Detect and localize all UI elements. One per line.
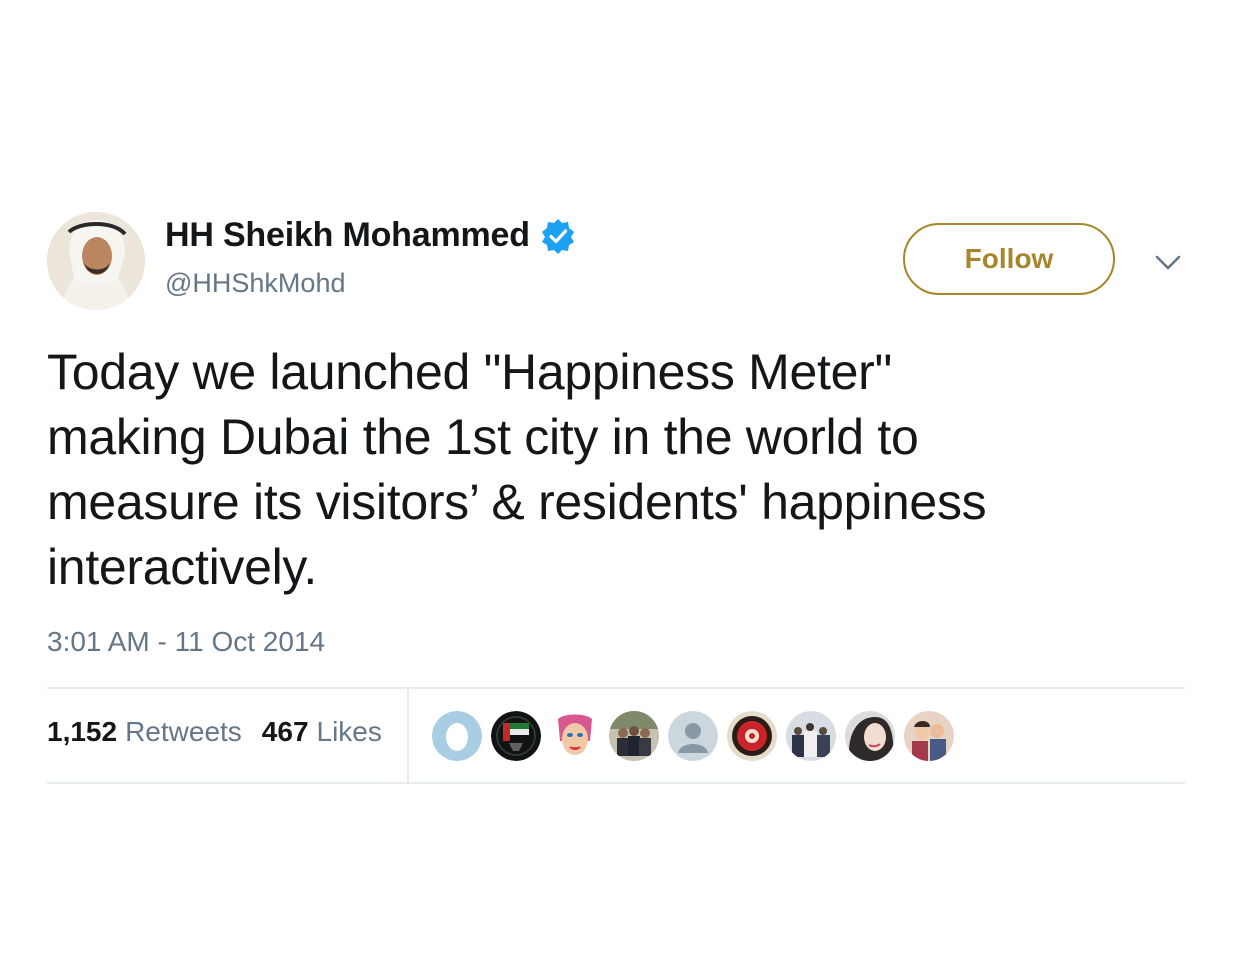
red-seal-avatar[interactable] [727, 711, 777, 761]
egg-avatar[interactable] [432, 711, 482, 761]
default-user-avatar[interactable] [668, 711, 718, 761]
emblem-avatar[interactable] [491, 711, 541, 761]
divider [47, 782, 1185, 784]
chevron-down-icon[interactable] [1153, 250, 1183, 274]
retweets-label: Retweets [125, 716, 242, 747]
display-name[interactable]: HH Sheikh Mohammed [165, 216, 530, 255]
retweets-count: 1,152 [47, 716, 118, 747]
tweet-timestamp[interactable]: 3:01 AM - 11 Oct 2014 [47, 626, 325, 658]
likes-label: Likes [316, 716, 382, 747]
likes-stat[interactable]: 467 Likes [262, 716, 382, 748]
pop-art-avatar[interactable] [550, 711, 600, 761]
tweet-text-line: measure its visitors’ & residents' happi… [47, 474, 987, 530]
portrait-avatar[interactable] [845, 711, 895, 761]
likes-count: 467 [261, 716, 309, 747]
divider [47, 687, 1185, 689]
tweet-stats: 1,152 Retweets 467 Likes [47, 716, 402, 748]
crowd-photo-avatar[interactable] [786, 711, 836, 761]
family-photo-avatar[interactable] [904, 711, 954, 761]
tweet-text-line: interactively. [47, 539, 317, 595]
verified-badge-icon [540, 218, 576, 254]
group-photo-avatar[interactable] [609, 711, 659, 761]
user-handle[interactable]: @HHShkMohd [165, 268, 345, 299]
tweet-text-line: Today we launched "Happiness Meter" [47, 344, 892, 400]
author-avatar[interactable] [47, 212, 145, 310]
divider [407, 689, 409, 782]
follow-button[interactable]: Follow [903, 223, 1115, 295]
tweet-text-line: making Dubai the 1st city in the world t… [47, 409, 919, 465]
tweet-text: Today we launched "Happiness Meter" maki… [47, 340, 1207, 600]
retweets-stat[interactable]: 1,152 Retweets [47, 716, 242, 748]
liker-avatars [432, 711, 963, 761]
